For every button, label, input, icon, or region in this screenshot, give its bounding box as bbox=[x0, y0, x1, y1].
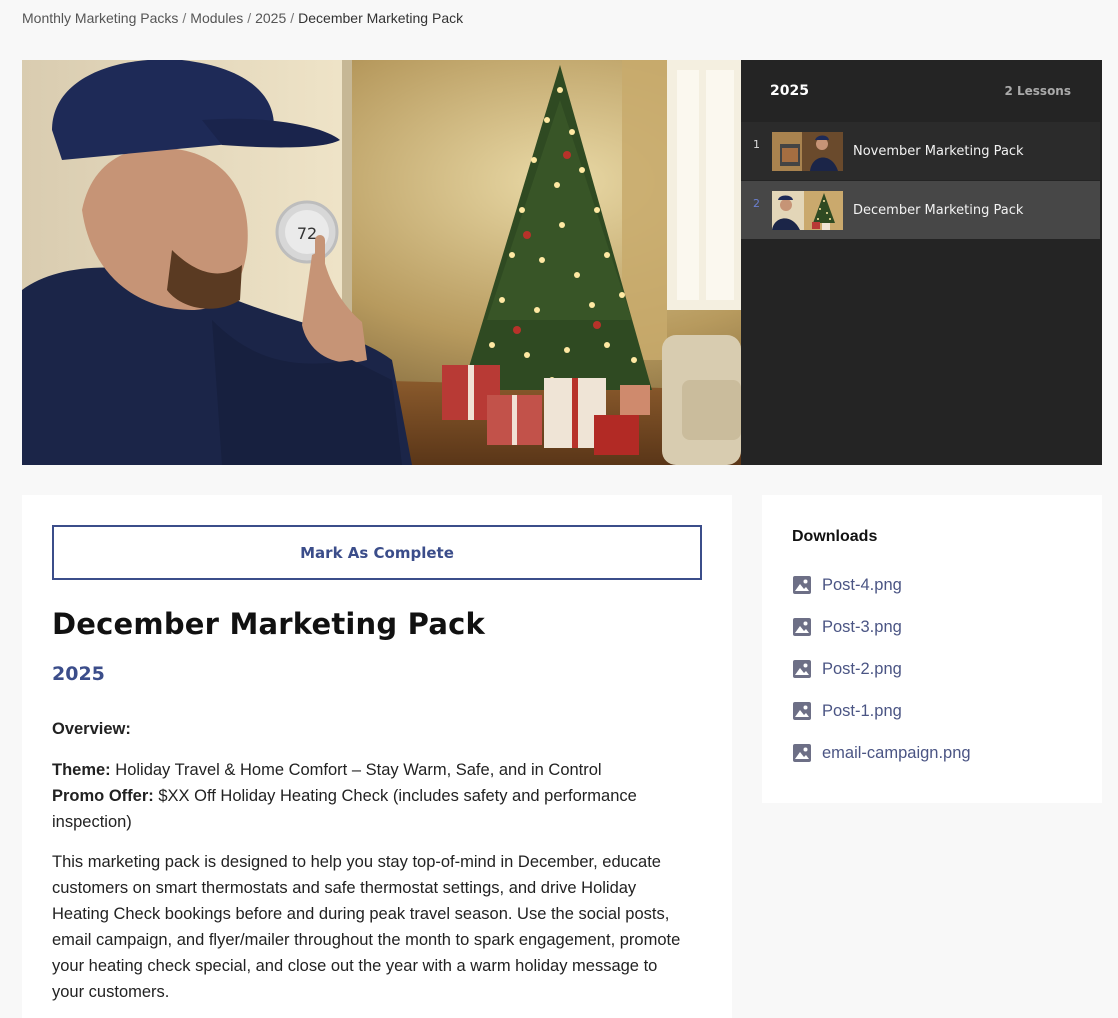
promo-line: Promo Offer: $XX Off Holiday Heating Che… bbox=[52, 783, 692, 835]
playlist-title: 2025 bbox=[770, 83, 809, 99]
download-item: Post-3.png bbox=[792, 606, 1072, 648]
download-link[interactable]: email-campaign.png bbox=[822, 744, 971, 763]
breadcrumb-separator: / bbox=[290, 10, 295, 26]
thermostat-reading: 72 bbox=[297, 224, 317, 243]
download-item: Post-1.png bbox=[792, 690, 1072, 732]
overview-label: Overview: bbox=[52, 720, 131, 738]
lesson-hero-image: 72 bbox=[22, 60, 741, 465]
breadcrumb-link-monthly-marketing-packs[interactable]: Monthly Marketing Packs bbox=[22, 10, 178, 26]
lesson-title: November Marketing Pack bbox=[853, 143, 1024, 159]
promo-label: Promo Offer: bbox=[52, 787, 154, 805]
lesson-heading: December Marketing Pack bbox=[52, 607, 485, 641]
image-file-icon bbox=[793, 744, 811, 762]
image-file-icon bbox=[793, 576, 811, 594]
lesson-playlist: 2025 2 Lessons 1 November Marketing Pack… bbox=[741, 60, 1102, 465]
breadcrumb-link-2025[interactable]: 2025 bbox=[255, 10, 286, 26]
download-link[interactable]: Post-4.png bbox=[822, 576, 902, 595]
download-link[interactable]: Post-1.png bbox=[822, 702, 902, 721]
download-item: Post-2.png bbox=[792, 648, 1072, 690]
downloads-panel: Downloads Post-4.png Post-3.png Post-2.p… bbox=[762, 495, 1102, 803]
download-item: Post-4.png bbox=[792, 564, 1072, 606]
lesson-title: December Marketing Pack bbox=[853, 202, 1024, 218]
lesson-content-card: Mark As Complete December Marketing Pack… bbox=[22, 495, 732, 1018]
lesson-number: 1 bbox=[753, 137, 760, 151]
lesson-body: Overview: Theme: Holiday Travel & Home C… bbox=[52, 716, 692, 1005]
theme-line: Theme: Holiday Travel & Home Comfort – S… bbox=[52, 757, 692, 783]
breadcrumb-current: December Marketing Pack bbox=[298, 10, 464, 26]
lesson-thumbnail-december bbox=[772, 190, 843, 230]
downloads-title: Downloads bbox=[792, 528, 878, 545]
playlist-item-november[interactable]: 1 November Marketing Pack bbox=[741, 122, 1100, 181]
theme-text: Holiday Travel & Home Comfort – Stay War… bbox=[110, 761, 602, 779]
mark-as-complete-button[interactable]: Mark As Complete bbox=[52, 525, 702, 580]
download-link[interactable]: Post-3.png bbox=[822, 618, 902, 637]
download-link[interactable]: Post-2.png bbox=[822, 660, 902, 679]
lesson-number: 2 bbox=[753, 196, 760, 210]
playlist-lesson-count: 2 Lessons bbox=[1004, 84, 1071, 98]
download-item: email-campaign.png bbox=[792, 732, 1072, 774]
lesson-thumbnail-november bbox=[772, 131, 843, 171]
theme-label: Theme: bbox=[52, 761, 111, 779]
lesson-subheading: 2025 bbox=[52, 663, 105, 685]
breadcrumb-link-modules[interactable]: Modules bbox=[190, 10, 243, 26]
breadcrumb-separator: / bbox=[247, 10, 252, 26]
playlist-item-december[interactable]: 2 December Marketing Pack bbox=[741, 181, 1100, 240]
image-file-icon bbox=[793, 660, 811, 678]
playlist-header: 2025 2 Lessons bbox=[741, 60, 1102, 122]
image-file-icon bbox=[793, 618, 811, 636]
breadcrumb-separator: / bbox=[182, 10, 187, 26]
lesson-description: This marketing pack is designed to help … bbox=[52, 853, 681, 1001]
image-file-icon bbox=[793, 702, 811, 720]
breadcrumb: Monthly Marketing Packs / Modules/2025/Dec… bbox=[22, 10, 463, 26]
